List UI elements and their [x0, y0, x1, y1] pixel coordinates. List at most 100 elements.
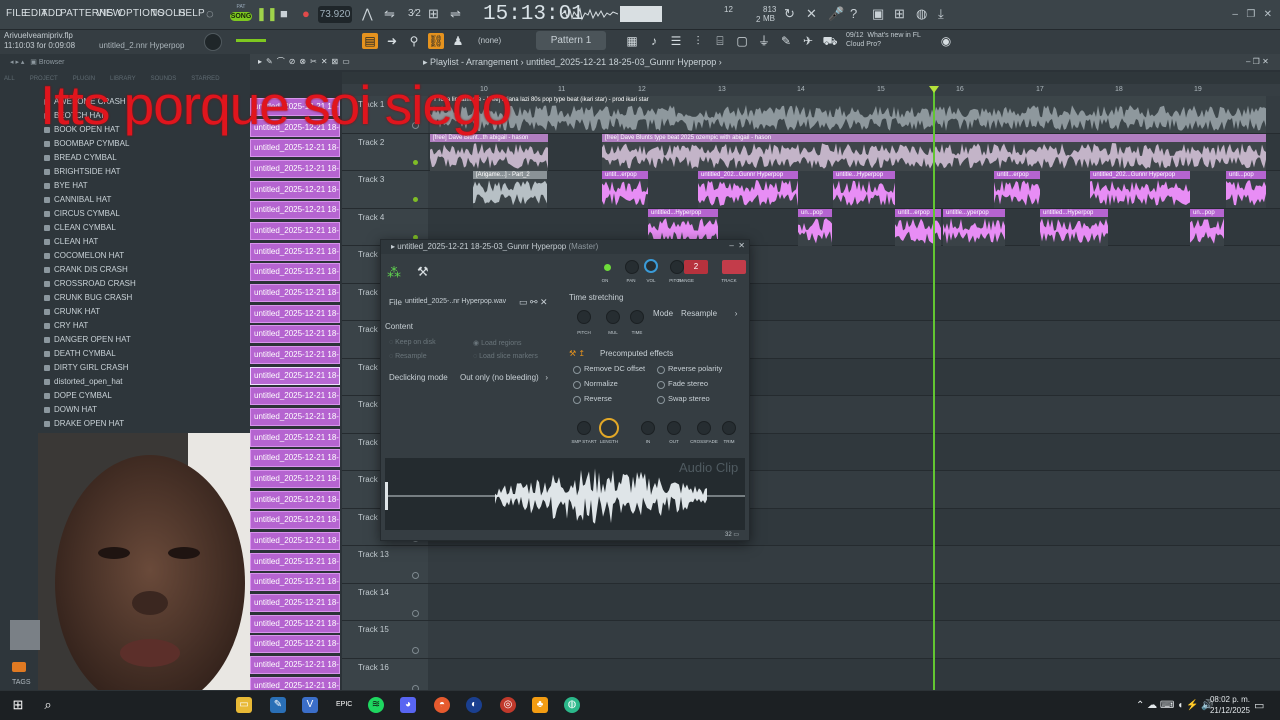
- clip-source-item[interactable]: untitled_2025-12-21 18-: [250, 139, 340, 158]
- browser-folder-icon[interactable]: [12, 662, 26, 672]
- audio-clip[interactable]: Y rosa lindamente - [free] ariana lazi 8…: [430, 96, 1266, 133]
- edge-icon[interactable]: ◐: [466, 697, 482, 713]
- save-icon[interactable]: ▣: [872, 7, 884, 21]
- fx-radio[interactable]: [573, 396, 581, 404]
- plugin-picker-icon[interactable]: ⊞: [894, 7, 905, 21]
- track-row[interactable]: Track 15: [342, 621, 1280, 659]
- stop-button[interactable]: ■: [280, 7, 288, 21]
- snap-select[interactable]: (none): [478, 33, 528, 48]
- playlist-tools[interactable]: ▸✎⌒⊘⊗✂✕⊠▭: [258, 56, 418, 68]
- browser-item[interactable]: DANGER OPEN HAT: [42, 333, 242, 347]
- file-name[interactable]: untitled_2025-..nr Hyperpop.wav: [405, 298, 506, 305]
- browser-item[interactable]: CRANK DIS CRASH: [42, 263, 242, 277]
- precomputed-icon[interactable]: ⚒ ↥: [569, 349, 585, 358]
- track-row[interactable]: Track 14: [342, 583, 1280, 621]
- browser-tab-all[interactable]: ALL: [4, 76, 15, 82]
- browser-item[interactable]: CIRCUS CYMBAL: [42, 207, 242, 221]
- playhead-marker[interactable]: [929, 86, 939, 93]
- paint-icon[interactable]: ✎: [270, 697, 286, 713]
- track-name[interactable]: Track 3: [358, 175, 384, 184]
- clip-source-item[interactable]: untitled_2025-12-21 18-: [250, 408, 340, 427]
- channel-rack-icon[interactable]: ▦: [624, 33, 640, 49]
- pattern-selector[interactable]: Pattern 1: [536, 31, 606, 50]
- window-controls[interactable]: – ❐ ✕: [1232, 9, 1272, 20]
- search-icon[interactable]: ⌕: [40, 697, 56, 713]
- metronome-icon[interactable]: ⋀: [362, 7, 373, 21]
- playlist-window-controls[interactable]: – ❐ ✕: [1246, 57, 1269, 66]
- clip-source-item[interactable]: untitled_2025-12-21 18-: [250, 490, 340, 509]
- audio-clip[interactable]: untitled_202...Gunnr Hyperpop: [1090, 171, 1190, 208]
- track-lane[interactable]: [428, 621, 1280, 658]
- audio-clip[interactable]: untitled_202...Gunnr Hyperpop: [698, 171, 798, 208]
- clip-source-item[interactable]: untitled_2025-12-21 18-: [250, 635, 340, 654]
- cart-icon[interactable]: ⛟: [822, 33, 838, 49]
- fx-option[interactable]: Normalize: [584, 379, 618, 388]
- clip-source-item[interactable]: untitled_2025-12-21 18-: [250, 263, 340, 282]
- fx-option[interactable]: Swap stereo: [668, 394, 710, 403]
- audio-clip[interactable]: untitled...Hyperpop: [1040, 208, 1108, 246]
- playhead[interactable]: [933, 86, 935, 690]
- browser-item[interactable]: distorted_open_hat: [42, 375, 242, 389]
- browser-item[interactable]: CRY HAT: [42, 319, 242, 333]
- download-icon[interactable]: ⤓: [938, 7, 944, 21]
- menu-item-help[interactable]: HELP: [178, 8, 205, 19]
- browser-item[interactable]: CLEAN HAT: [42, 235, 242, 249]
- clip-knob-in[interactable]: [641, 421, 655, 435]
- zoom-footer[interactable]: 32 ▭: [725, 531, 739, 538]
- folder-icon[interactable]: ▭ ⚯ ✕: [519, 297, 548, 308]
- blend-notes-icon[interactable]: ⇌: [450, 7, 461, 21]
- audio-clip[interactable]: un...pop: [798, 208, 832, 246]
- windows-start-icon[interactable]: ⊞: [10, 697, 26, 713]
- browser-item[interactable]: CROSSROAD CRASH: [42, 277, 242, 291]
- wrench-icon[interactable]: ⚒: [417, 264, 429, 280]
- stamp-icon[interactable]: ♟: [450, 33, 466, 49]
- clip-source-item[interactable]: untitled_2025-12-21 18-: [250, 346, 340, 365]
- brush-icon[interactable]: ✎: [778, 33, 794, 49]
- master-volume-knob[interactable]: [204, 33, 222, 51]
- tags-label[interactable]: TAGS: [12, 679, 31, 686]
- chrome-icon[interactable]: ◎: [500, 697, 516, 713]
- app-icon[interactable]: ◍: [564, 697, 580, 713]
- mixer-view-icon[interactable]: ⫶: [690, 33, 706, 49]
- browser-item[interactable]: DEATH CYMBAL: [42, 347, 242, 361]
- project-icon[interactable]: ▢: [734, 33, 750, 49]
- browser-item[interactable]: CRUNK HAT: [42, 305, 242, 319]
- fx-option[interactable]: Reverse: [584, 394, 612, 403]
- clip-source-item[interactable]: untitled_2025-12-21 18-: [250, 201, 340, 220]
- clip-knob-length[interactable]: [599, 418, 619, 438]
- track-row[interactable]: Track 13: [342, 546, 1280, 584]
- clip-source-item[interactable]: untitled_2025-12-21 18-: [250, 284, 340, 303]
- file-explorer-icon[interactable]: ▭: [236, 697, 252, 713]
- mixer-track-button[interactable]: [722, 260, 746, 274]
- fx-radio[interactable]: [657, 396, 665, 404]
- clip-source-item[interactable]: untitled_2025-12-21 18-: [250, 511, 340, 530]
- browser-item[interactable]: CRUNK BUG CRASH: [42, 291, 242, 305]
- browser-item[interactable]: DOWN HAT: [42, 403, 242, 417]
- audio-clip[interactable]: untitle...Hyperpop: [833, 171, 895, 208]
- pause-button[interactable]: ❚❚: [256, 7, 278, 21]
- fx-option[interactable]: Fade stereo: [668, 379, 708, 388]
- browser-item[interactable]: BRIGHTSIDE HAT: [42, 165, 242, 179]
- stretch-time-knob[interactable]: [630, 310, 644, 324]
- notification-icon[interactable]: ▭: [1254, 699, 1264, 712]
- clip-knob-smp-start[interactable]: [577, 421, 591, 435]
- fx-radio[interactable]: [657, 366, 665, 374]
- mixer-icon[interactable]: ✕: [806, 7, 817, 21]
- clip-source-item[interactable]: untitled_2025-12-21 18-: [250, 222, 340, 241]
- clip-source-column[interactable]: untitled_2025-12-21 18- untitled_2025-12-…: [250, 98, 342, 697]
- track-led[interactable]: [413, 197, 418, 202]
- clip-source-item[interactable]: untitled_2025-12-21 18-: [250, 573, 340, 592]
- browser-item[interactable]: DOPE CYMBAL: [42, 389, 242, 403]
- track-number[interactable]: 2: [684, 260, 708, 274]
- clip-source-item[interactable]: untitled_2025-12-21 18-: [250, 366, 340, 385]
- waveform-icon[interactable]: ⁂: [387, 264, 401, 281]
- resample-option[interactable]: ◌ Resample: [389, 353, 427, 360]
- track-name[interactable]: Track 2: [358, 138, 384, 147]
- clip-source-item[interactable]: untitled_2025-12-21 18-: [250, 552, 340, 571]
- epic-games-icon[interactable]: EPIC: [336, 697, 352, 713]
- browser-app-icon[interactable]: ◓: [434, 697, 450, 713]
- audio-clip[interactable]: [Arigame...] - Part_2: [473, 171, 547, 208]
- system-clock[interactable]: 08:02 p. m. 21/12/2025: [1210, 694, 1250, 716]
- browser-item[interactable]: CANNIBAL HAT: [42, 193, 242, 207]
- playlist-view-icon[interactable]: ☰: [668, 33, 684, 49]
